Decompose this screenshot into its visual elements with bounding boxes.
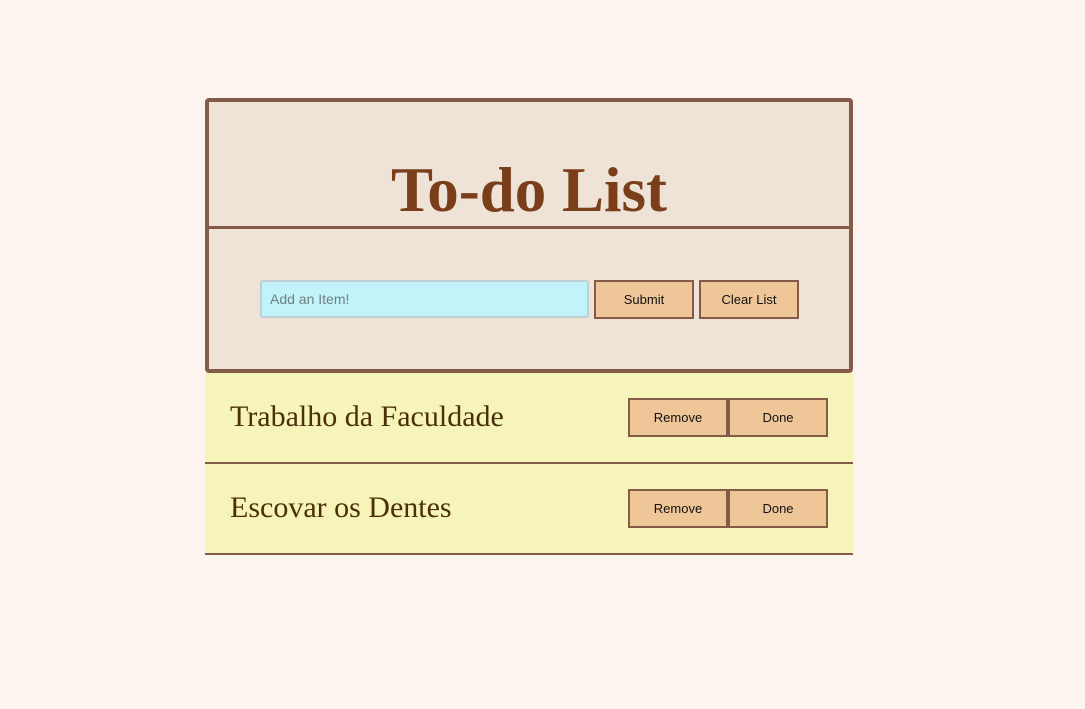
list-item: Escovar os Dentes Remove Done	[205, 464, 853, 555]
add-item-input[interactable]	[260, 280, 589, 318]
clear-list-button[interactable]: Clear List	[699, 280, 799, 319]
page-title: To-do List	[390, 155, 668, 225]
remove-button[interactable]: Remove	[628, 489, 728, 528]
remove-button[interactable]: Remove	[628, 398, 728, 437]
todo-list: Trabalho da Faculdade Remove Done Escova…	[205, 373, 853, 555]
card-header: To-do List	[209, 102, 849, 229]
done-button[interactable]: Done	[728, 489, 828, 528]
list-item-text: Escovar os Dentes	[230, 491, 452, 524]
todo-card: To-do List Submit Clear List	[205, 98, 853, 373]
done-button[interactable]: Done	[728, 398, 828, 437]
submit-button[interactable]: Submit	[594, 280, 694, 319]
list-item: Trabalho da Faculdade Remove Done	[205, 373, 853, 464]
list-item-text: Trabalho da Faculdade	[230, 400, 504, 433]
